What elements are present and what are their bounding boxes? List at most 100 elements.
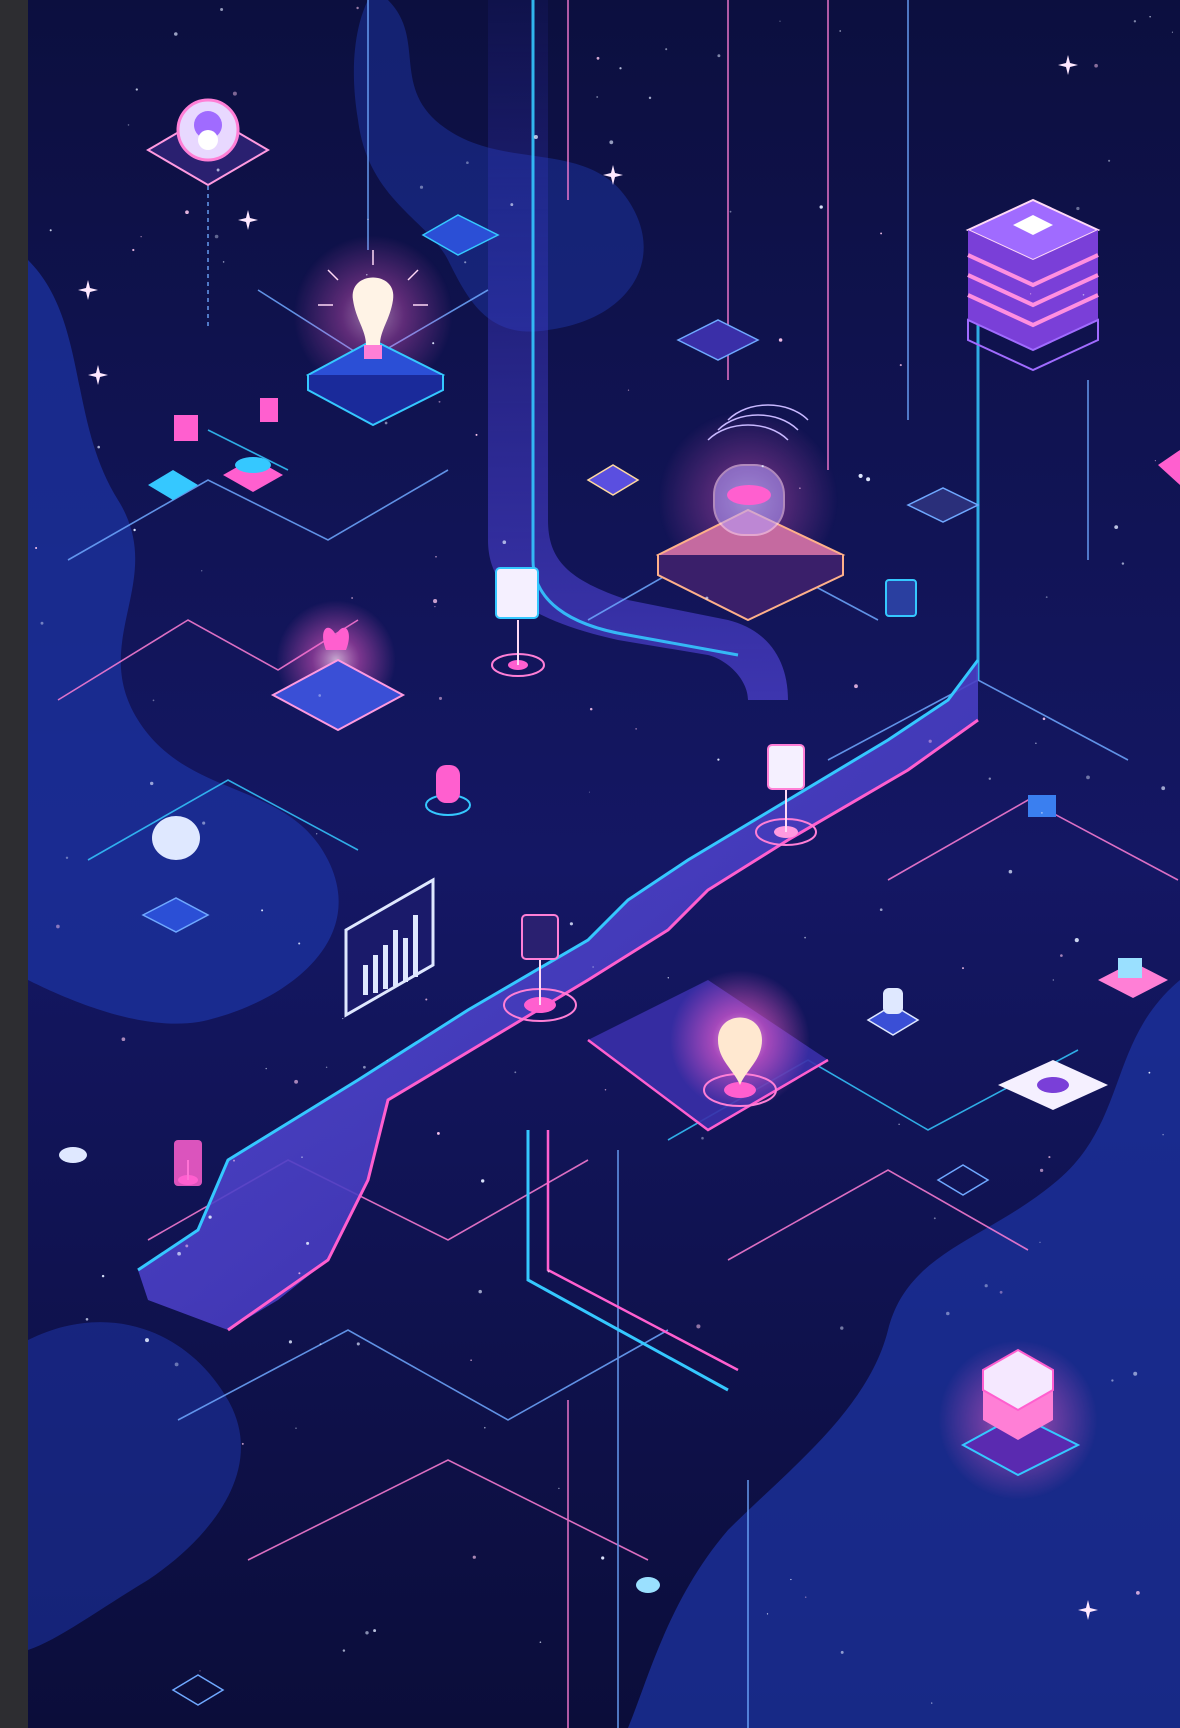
star bbox=[35, 547, 38, 549]
star bbox=[466, 161, 469, 165]
star bbox=[879, 908, 883, 912]
star bbox=[318, 694, 322, 697]
star bbox=[854, 684, 858, 689]
star bbox=[761, 465, 764, 468]
star bbox=[946, 1311, 950, 1316]
star bbox=[799, 487, 801, 489]
star bbox=[665, 48, 668, 51]
star bbox=[1108, 159, 1111, 162]
circuit-space-illustration bbox=[28, 0, 1180, 1728]
star bbox=[85, 1318, 89, 1321]
star bbox=[778, 338, 783, 342]
star bbox=[1048, 1156, 1051, 1159]
star bbox=[1171, 31, 1173, 33]
star bbox=[899, 364, 902, 367]
star bbox=[596, 96, 599, 98]
star bbox=[174, 1362, 179, 1367]
star bbox=[804, 936, 806, 939]
star bbox=[588, 791, 590, 793]
star bbox=[601, 1556, 605, 1560]
star bbox=[298, 942, 301, 945]
star bbox=[265, 1067, 267, 1070]
star bbox=[342, 1018, 344, 1020]
star bbox=[619, 67, 622, 70]
star bbox=[547, 1270, 550, 1273]
star bbox=[199, 1670, 201, 1672]
star bbox=[717, 758, 720, 761]
star bbox=[356, 1342, 360, 1346]
star bbox=[140, 236, 142, 238]
star bbox=[432, 342, 435, 345]
star bbox=[819, 205, 823, 209]
star bbox=[569, 922, 573, 926]
star bbox=[464, 261, 467, 264]
star bbox=[436, 1131, 440, 1135]
star bbox=[1148, 1071, 1151, 1074]
star bbox=[1121, 562, 1125, 565]
star bbox=[301, 1156, 303, 1158]
star bbox=[97, 445, 100, 449]
star bbox=[145, 1338, 149, 1343]
star bbox=[1041, 812, 1043, 814]
star bbox=[222, 261, 225, 263]
star bbox=[766, 1613, 769, 1615]
star bbox=[1149, 16, 1151, 18]
star bbox=[1042, 717, 1046, 721]
star bbox=[931, 1702, 933, 1704]
star bbox=[1076, 206, 1080, 211]
star bbox=[635, 728, 637, 730]
star bbox=[596, 56, 600, 60]
star bbox=[214, 234, 219, 239]
star bbox=[177, 1251, 181, 1256]
star bbox=[65, 856, 69, 860]
star bbox=[325, 1066, 328, 1069]
star bbox=[386, 1059, 388, 1062]
star bbox=[208, 1215, 212, 1219]
star bbox=[510, 203, 514, 207]
star bbox=[729, 210, 732, 213]
star bbox=[533, 134, 538, 140]
star bbox=[858, 473, 863, 478]
star bbox=[185, 210, 189, 215]
star bbox=[589, 707, 593, 711]
star bbox=[539, 1641, 542, 1643]
star bbox=[696, 1324, 701, 1329]
star bbox=[1111, 1379, 1114, 1382]
star bbox=[288, 1340, 293, 1344]
star bbox=[232, 91, 237, 96]
star bbox=[295, 1427, 297, 1429]
star bbox=[717, 54, 721, 58]
star bbox=[216, 168, 220, 172]
star bbox=[1086, 775, 1090, 780]
star bbox=[962, 967, 964, 970]
star bbox=[1035, 742, 1037, 744]
star bbox=[157, 824, 160, 827]
star bbox=[202, 821, 206, 825]
star bbox=[1008, 869, 1013, 874]
star bbox=[373, 1629, 377, 1633]
illustration-frame bbox=[0, 0, 1180, 1728]
star bbox=[435, 556, 437, 558]
star bbox=[1082, 294, 1085, 296]
star bbox=[1039, 1168, 1044, 1173]
star bbox=[1162, 1133, 1164, 1136]
star bbox=[133, 528, 136, 532]
star bbox=[1045, 596, 1048, 598]
star bbox=[121, 1037, 126, 1042]
star bbox=[475, 433, 478, 436]
star bbox=[438, 400, 441, 403]
star bbox=[127, 124, 130, 126]
star bbox=[298, 1272, 301, 1275]
star bbox=[1030, 293, 1032, 295]
star bbox=[174, 32, 178, 36]
star bbox=[306, 1241, 310, 1245]
star bbox=[514, 1071, 517, 1074]
star bbox=[1133, 1371, 1138, 1376]
star bbox=[609, 140, 614, 145]
star bbox=[1133, 20, 1137, 23]
star bbox=[363, 1065, 366, 1069]
star bbox=[933, 1217, 936, 1220]
star bbox=[152, 699, 155, 702]
star bbox=[367, 218, 369, 221]
lightbulb-icon bbox=[670, 970, 810, 1110]
